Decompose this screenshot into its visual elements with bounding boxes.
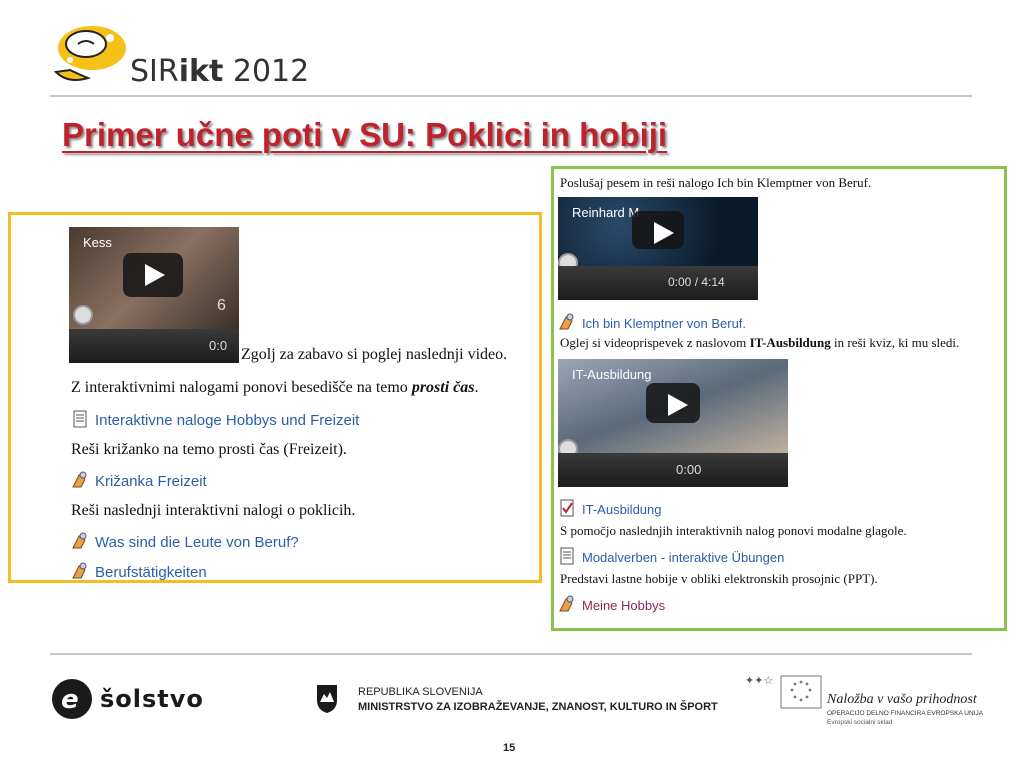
text-oglej: Oglej si videoprispevek z naslovom IT-Au… [560, 335, 960, 350]
video-player-it-ausbildung[interactable]: IT-Ausbildung 0:00 [558, 359, 788, 487]
puzzle-icon [72, 562, 87, 579]
left-panel: Kess 6 0:0 Zgolj za zabavo si poglej nas… [8, 212, 542, 583]
logo-wordmark: SIRikt 2012 [130, 54, 310, 89]
video-label: Reinhard M [572, 205, 640, 220]
play-icon[interactable] [632, 211, 684, 249]
solstvo-wordmark: šolstvo [100, 685, 204, 713]
link-berufstaetigkeiten[interactable]: Berufstätigkeiten [71, 562, 207, 580]
video-label: IT-Ausbildung [572, 367, 652, 382]
puzzle-icon [72, 532, 87, 549]
page-number: 15 [503, 742, 516, 754]
video-time: 0:00 / 4:14 [668, 275, 725, 289]
link-was-sind[interactable]: Was sind die Leute von Beruf? [71, 532, 299, 551]
coat-of-arms-icon [317, 685, 337, 713]
eu-subtitle-2: Evropski socialni sklad [827, 719, 893, 726]
document-icon [73, 410, 87, 428]
seek-handle[interactable] [73, 305, 93, 325]
eu-subtitle-1: OPERACIJO DELNO FINANCIRA EVROPSKA UNIJA [827, 710, 984, 717]
puzzle-icon [72, 471, 87, 488]
video-player-reinhard[interactable]: Reinhard M 0:00 / 4:14 [558, 197, 758, 300]
puzzle-icon [559, 595, 574, 612]
header-divider [50, 95, 972, 97]
puzzle-icon [559, 313, 574, 330]
play-icon[interactable] [123, 253, 183, 297]
footer-divider [50, 653, 972, 655]
text-poklici: Reši naslednji interaktivni nalogi o pok… [71, 502, 356, 519]
link-modalverben[interactable]: Modalverben - interaktive Übungen [558, 547, 784, 565]
e-circle-icon: e [52, 679, 92, 719]
link-interaktivne-naloge[interactable]: Interaktivne naloge Hobbys und Freizeit [71, 410, 359, 429]
link-it-ausbildung[interactable]: IT-Ausbildung [558, 499, 662, 517]
text-poslusaj: Poslušaj pesem in reši nalogo Ich bin Kl… [560, 175, 872, 190]
text-krizanka: Reši križanko na temo prosti čas (Freize… [71, 441, 347, 458]
link-krizanka-freizeit[interactable]: Križanka Freizeit [71, 471, 207, 490]
link-meine-hobbys[interactable]: Meine Hobbys [558, 595, 665, 613]
ministry-line-1: REPUBLIKA SLOVENIJA [358, 686, 483, 698]
text-zgolj: Zgolj za zabavo si poglej naslednji vide… [241, 346, 508, 363]
ministry-line-2: MINISTRSTVO ZA IZOBRAŽEVANJE, ZNANOST, K… [358, 701, 718, 713]
video-controls: 0:00 / 4:14 [558, 266, 758, 300]
link-klemptner[interactable]: Ich bin Klemptner von Beruf. [558, 313, 746, 331]
video-controls: 0:00 [558, 453, 788, 487]
play-icon[interactable] [646, 383, 700, 423]
text-besedisce: Z interaktivnimi nalogami ponovi besediš… [71, 379, 479, 396]
video-frame-digit: 6 [217, 297, 226, 314]
video-controls: 0:0 [69, 329, 239, 363]
video-label: Kess [83, 235, 112, 250]
right-panel: Poslušaj pesem in reši nalogo Ich bin Kl… [551, 166, 1007, 631]
slide-title: Primer učne poti v SU: Poklici in hobiji [62, 116, 668, 153]
text-predstavi: Predstavi lastne hobije v obliki elektro… [560, 571, 878, 586]
eu-flag-icon: ✦✦☆ [745, 674, 822, 709]
eu-fund-logo: ✦✦☆ Naložba v vašo prihodnost OPERACIJO … [745, 672, 983, 734]
document-icon [560, 547, 574, 565]
text-modalne: S pomočjo naslednjih interaktivnih nalog… [560, 523, 907, 538]
svg-text:e: e [61, 685, 79, 715]
svg-text:✦✦☆: ✦✦☆ [745, 674, 773, 687]
eu-title: Naložba v vašo prihodnost [827, 692, 977, 707]
sirikt-logo: SIRikt 2012 [48, 22, 309, 94]
video-time: 0:0 [209, 338, 228, 353]
video-player-kess[interactable]: Kess 6 0:0 [69, 227, 239, 363]
video-time: 0:00 [676, 462, 702, 477]
solstvo-logo: e šolstvo [50, 677, 210, 721]
quiz-check-icon [560, 499, 574, 517]
ministry-logo: REPUBLIKA SLOVENIJA MINISTRSTVO ZA IZOBR… [316, 684, 718, 720]
cheese-mouse-icon [53, 26, 126, 81]
